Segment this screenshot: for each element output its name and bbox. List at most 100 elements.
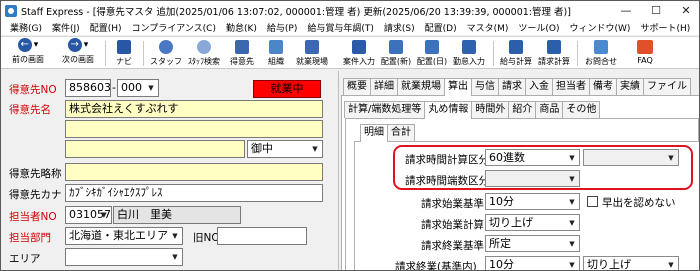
case-entry-label: 案件入力: [343, 57, 375, 66]
menu-bonus-yearend[interactable]: 給与賞与年調(T): [302, 21, 379, 34]
tab-calc-rounding[interactable]: 計算/端数処理等: [344, 101, 426, 118]
building-icon: [235, 40, 249, 54]
tab-products[interactable]: 商品: [535, 101, 564, 118]
chevron-down-icon: ▼: [172, 253, 178, 261]
end-std-label: 請求終業基準: [421, 240, 484, 252]
tab-payment[interactable]: 入金: [525, 78, 553, 95]
menu-billing[interactable]: 請求(S): [379, 21, 420, 34]
placement-new-button[interactable]: 配置(新): [379, 38, 413, 69]
staff-label: スタッフ: [150, 57, 182, 66]
rounding-info-panel: 明細 合計 請求時間計算区分 60進数 ▼ ▼ 請求時間端数区分 ▼ 請求始業基…: [345, 118, 699, 271]
next-screen-button[interactable]: → ▾ 次の画面: [55, 38, 101, 69]
faq-button[interactable]: FAQ: [631, 38, 659, 69]
tab-details[interactable]: 詳細: [370, 78, 398, 95]
kana-input[interactable]: ｶﾌﾞｼｷｶﾞｲｼｬｴｸｽﾌﾟﾚｽ: [65, 184, 323, 202]
maximize-button[interactable]: ☐: [641, 1, 671, 20]
end-internal-calc-select[interactable]: 切り上げ ▼: [583, 256, 679, 271]
client-name-3-input[interactable]: [65, 140, 245, 158]
menu-master[interactable]: マスタ(M): [462, 21, 514, 34]
window-title: Staff Express - [得意先マスタ 追加(2025/01/06 13…: [21, 6, 571, 18]
staff-button[interactable]: スタッフ: [149, 38, 183, 69]
chevron-down-icon: ▼: [569, 260, 575, 269]
next-screen-label: 次の画面: [62, 55, 94, 64]
menu-cases[interactable]: 案件(J): [47, 21, 85, 34]
staff-search-button[interactable]: ｽﾀｯﾌ検索: [185, 38, 223, 69]
tab-files[interactable]: ファイル: [643, 78, 691, 95]
short-name-label: 得意先略称: [9, 168, 62, 180]
staff-no-select[interactable]: 031057 ▼: [65, 206, 112, 224]
menu-payroll[interactable]: 給与(P): [262, 21, 302, 34]
client-name-2-input[interactable]: [65, 120, 323, 138]
minimize-button[interactable]: —: [611, 1, 641, 20]
old-no-label: 旧NO: [193, 232, 220, 244]
assignment-site-button[interactable]: 就業現場: [291, 38, 333, 69]
tab-overview[interactable]: 概要: [343, 78, 371, 95]
tab-results[interactable]: 実績: [616, 78, 644, 95]
attendance-entry-button[interactable]: 勤怠入力: [451, 38, 487, 69]
tab-overtime[interactable]: 時間外: [471, 101, 510, 118]
dropdown-arrow-icon: ▾: [33, 40, 39, 50]
start-std-select[interactable]: 10分 ▼: [485, 193, 580, 210]
menu-placement-d[interactable]: 配置(D): [420, 21, 462, 34]
tab-referral[interactable]: 紹介: [508, 101, 537, 118]
tab-notes[interactable]: 備考: [589, 78, 617, 95]
menu-window[interactable]: ウィンドウ(W): [565, 21, 636, 34]
menu-business[interactable]: 業務(G): [5, 21, 47, 34]
payroll-calc-button[interactable]: 給与計算: [498, 38, 534, 69]
tab-totals[interactable]: 合計: [387, 124, 415, 141]
navi-button[interactable]: ナビ: [111, 38, 137, 69]
menu-tools[interactable]: ツール(O): [513, 21, 564, 34]
toolbar-separator: [577, 41, 578, 66]
client-no-input[interactable]: 858603: [65, 79, 111, 97]
placement-day-button[interactable]: 配置(日): [415, 38, 449, 69]
client-button[interactable]: 得意先: [227, 38, 257, 69]
tab-credit[interactable]: 与信: [471, 78, 499, 95]
dept-select[interactable]: 北海道・東北エリア ▼: [65, 227, 183, 245]
end-internal-select[interactable]: 10分 ▼: [485, 256, 580, 270]
chevron-down-icon: ▼: [569, 218, 575, 227]
detail-tabs-panel: 概要 詳細 就業規場 算出 与信 請求 入金 担当者 備考 実績 ファイル 計算…: [338, 71, 699, 271]
menu-placement[interactable]: 配置(H): [85, 21, 127, 34]
area-label: エリア: [9, 253, 41, 265]
placement-day-label: 配置(日): [416, 57, 448, 66]
tab-rounding-info[interactable]: 丸め情報: [424, 101, 473, 119]
chevron-down-icon: ▼: [569, 174, 575, 183]
inquiry-label: お問合せ: [585, 57, 617, 66]
time-rounding-select[interactable]: ▼: [485, 170, 580, 187]
prev-screen-button[interactable]: ← ▾ 前の画面: [5, 38, 51, 69]
organization-button[interactable]: 組織: [263, 38, 289, 69]
title-bar: Staff Express - [得意先マスタ 追加(2025/01/06 13…: [1, 1, 699, 20]
tab-contact-person[interactable]: 担当者: [552, 78, 590, 95]
short-name-input[interactable]: [65, 163, 323, 181]
honorific-select[interactable]: 御中 ▼: [247, 140, 323, 158]
tab-other[interactable]: その他: [562, 101, 601, 118]
billing-calc-button[interactable]: 請求計算: [536, 38, 572, 69]
time-calc-unit-select[interactable]: 60進数 ▼: [485, 149, 580, 166]
case-entry-button[interactable]: 案件入力: [341, 38, 377, 69]
end-internal-calc-value: 切り上げ: [587, 258, 631, 271]
tab-billing[interactable]: 請求: [498, 78, 526, 95]
main-tab-strip: 概要 詳細 就業規場 算出 与信 請求 入金 担当者 備考 実績 ファイル: [343, 78, 691, 96]
client-name-input[interactable]: 株式会社えくすぷれす: [65, 100, 323, 118]
toolbar-separator: [105, 41, 106, 66]
early-start-checkbox[interactable]: [587, 196, 598, 207]
tab-detail-lines[interactable]: 明細: [360, 124, 388, 142]
tab-work-rules[interactable]: 就業規場: [397, 78, 445, 95]
end-std-select[interactable]: 所定 ▼: [485, 235, 580, 252]
old-no-input[interactable]: [217, 227, 307, 245]
time-calc-unit-extra-select[interactable]: ▼: [583, 149, 679, 166]
placement-icon: [389, 40, 403, 54]
start-calc-select[interactable]: 切り上げ ▼: [485, 214, 580, 231]
menu-support[interactable]: サポート(H): [635, 21, 695, 34]
close-button[interactable]: ✕: [671, 1, 699, 20]
separator-dash: -: [112, 81, 116, 94]
branch-no-select[interactable]: 000 ▼: [117, 79, 159, 97]
menu-compliance[interactable]: コンプライアンス(C): [126, 21, 221, 34]
area-select[interactable]: ▼: [65, 248, 183, 266]
toolbar-separator: [493, 41, 494, 66]
tab-calculation[interactable]: 算出: [444, 78, 472, 96]
inquiry-button[interactable]: お問合せ: [583, 38, 619, 69]
org-chart-icon: [269, 40, 283, 54]
menu-attendance[interactable]: 勤怠(K): [221, 21, 262, 34]
chevron-down-icon: ▼: [172, 232, 178, 240]
